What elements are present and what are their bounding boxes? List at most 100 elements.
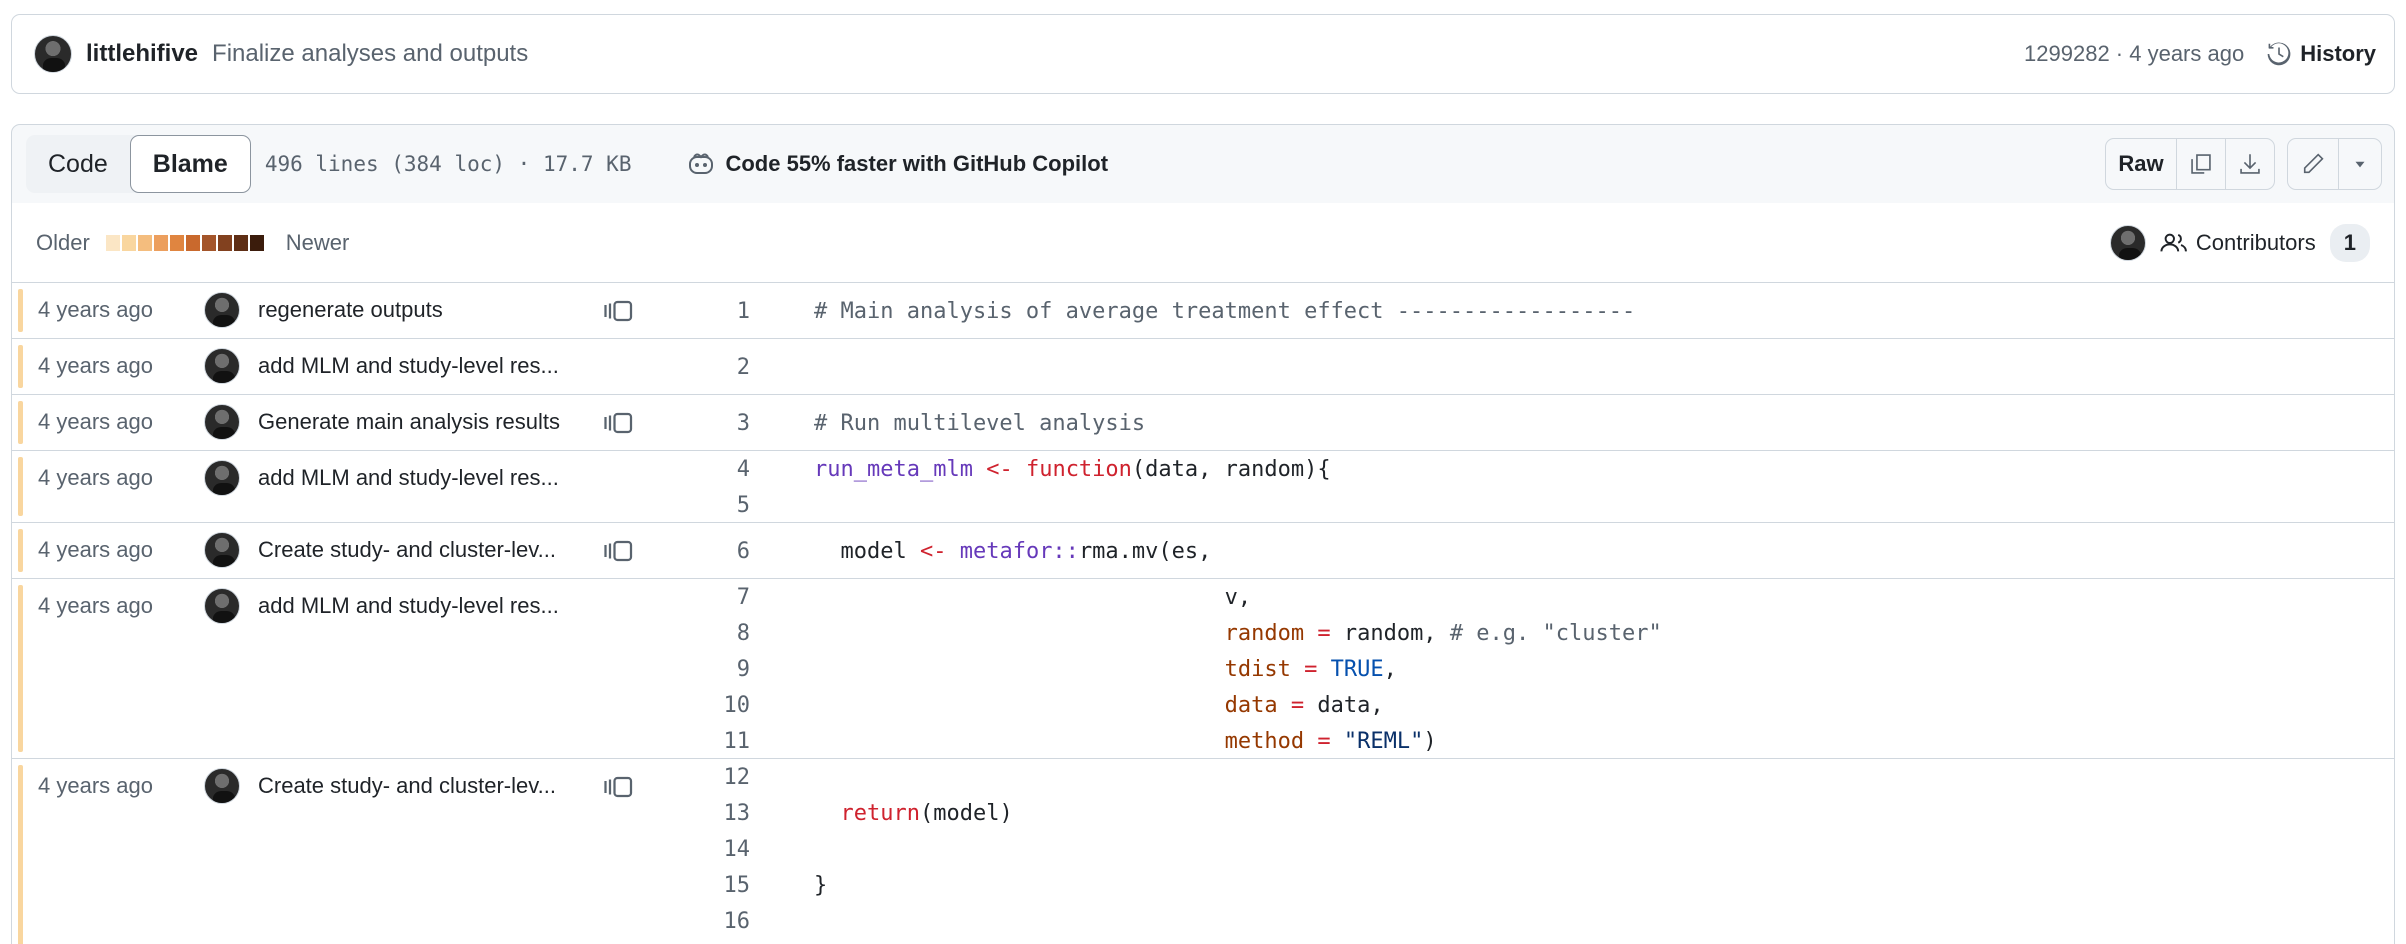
hunk-commit-info: 4 years ago Generate main analysis result… [12,395,672,449]
line-number[interactable]: 14 [672,837,751,862]
file-header: Code Blame 496 lines (384 loc) · 17.7 KB… [11,124,2395,204]
line-number[interactable]: 9 [672,657,750,682]
hunk-author-avatar[interactable] [204,768,240,804]
contributor-avatar [2109,224,2146,261]
tab-code[interactable]: Code [26,135,130,193]
reblame-icon[interactable] [604,539,634,568]
edit-group [2287,138,2382,190]
copilot-icon [689,153,714,174]
hunk-commit-message-link[interactable]: add MLM and study-level res... [258,593,559,619]
hunk-commit-message-link[interactable]: Generate main analysis results [258,409,560,435]
hunk-author-avatar[interactable] [204,588,240,624]
hunk-author-avatar[interactable] [204,292,240,328]
hunk-date: 4 years ago [38,297,153,322]
hunk-commit-message-link[interactable]: Create study- and cluster-lev... [258,537,556,563]
hunk-commit-message-link[interactable]: add MLM and study-level res... [258,465,559,491]
line-number[interactable]: 6 [672,539,750,564]
line-number[interactable]: 12 [672,765,751,790]
file-info: 496 lines (384 loc) · 17.7 KB [264,152,632,176]
pencil-icon [2303,153,2324,174]
hunk-commit-info: 4 years ago regenerate outputs [12,283,672,337]
hunk-commit-info: 4 years ago add MLM and study-level res..… [12,451,672,505]
blame-hunk: 4 years ago add MLM and study-level res..… [12,451,2394,523]
age-swatch [201,234,216,251]
code-line: 13 return(model) [672,795,2392,831]
age-swatch [185,234,200,251]
line-number[interactable]: 3 [672,411,750,436]
hunk-author-avatar[interactable] [204,348,240,384]
commit-message-link[interactable]: Finalize analyses and outputs [212,40,528,68]
latest-commit-bar: littlehifive Finalize analyses and outpu… [11,14,2395,94]
blame-age-legend: Older Newer Contributors 1 [11,203,2395,283]
blame-table: 4 years ago regenerate outputs 1 # Main ana… [11,283,2395,944]
raw-button[interactable]: Raw [2105,138,2177,190]
copy-raw-button[interactable] [2176,138,2226,190]
line-number[interactable]: 7 [672,585,750,610]
code-text: # Main analysis of average treatment eff… [814,298,1636,324]
edit-options-dropdown[interactable] [2338,138,2382,190]
history-button[interactable]: History [2266,41,2376,67]
triangle-down-icon [2355,161,2365,168]
hunk-author-avatar[interactable] [204,460,240,496]
blame-hunk: 4 years ago Generate main analysis result… [12,395,2394,451]
line-number[interactable]: 13 [672,801,751,826]
reblame-icon[interactable] [604,775,634,804]
hunk-commit-message-link[interactable]: add MLM and study-level res... [258,353,559,379]
hunk-commit-message-link[interactable]: regenerate outputs [258,297,443,323]
line-number[interactable]: 8 [672,621,750,646]
hunk-author-avatar[interactable] [204,532,240,568]
hunk-date: 4 years ago [38,465,153,490]
edit-button[interactable] [2287,138,2339,190]
hunk-commit-message-link[interactable]: Create study- and cluster-lev... [258,773,556,799]
contributors-button[interactable]: Contributors 1 [2109,223,2370,262]
legend-older-label: Older [36,229,90,255]
author-avatar[interactable] [34,35,72,73]
history-label: History [2300,41,2376,66]
history-icon [2267,42,2291,66]
age-swatches [105,234,266,251]
reblame-icon[interactable] [604,411,634,440]
blame-hunk: 4 years ago add MLM and study-level res..… [12,339,2394,395]
copy-icon [2191,154,2211,174]
hunk-date: 4 years ago [38,353,153,378]
line-number[interactable]: 5 [672,493,750,518]
age-swatch [233,234,248,251]
people-icon [2160,233,2187,252]
line-number[interactable]: 15 [672,873,751,898]
code-text: random = random, # e.g. "cluster" [1224,620,1662,646]
hunk-commit-info: 4 years ago Create study- and cluster-lev… [12,759,672,813]
code-text: method = "REML") [1224,728,1437,754]
hunk-date: 4 years ago [38,773,153,798]
age-swatch [137,234,152,251]
commit-sha-age[interactable]: 1299282 · 4 years ago [2024,41,2244,67]
hunk-commit-info: 4 years ago Create study- and cluster-lev… [12,523,672,577]
blame-hunk: 4 years ago regenerate outputs 1 # Main ana… [12,283,2394,339]
code-text: data = data, [1224,692,1384,718]
code-line: 4 run_meta_mlm <- function(data, random){ [672,451,2392,487]
line-number[interactable]: 1 [672,299,750,324]
copilot-promo-link[interactable]: Code 55% faster with GitHub Copilot [687,151,1108,177]
line-number[interactable]: 2 [672,355,750,380]
code-text: } [814,872,828,898]
line-number[interactable]: 10 [672,693,751,718]
download-button[interactable] [2225,138,2275,190]
line-number[interactable]: 11 [672,729,751,754]
commit-author-link[interactable]: littlehifive [86,40,198,68]
line-number[interactable]: 4 [672,457,750,482]
code-line: 11 method = "REML") [672,723,2392,759]
tab-blame[interactable]: Blame [129,135,251,193]
age-swatch [169,234,184,251]
hunk-author-avatar[interactable] [204,404,240,440]
hunk-commit-info: 4 years ago add MLM and study-level res..… [12,579,672,633]
hunk-date: 4 years ago [38,409,153,434]
code-text: # Run multilevel analysis [814,410,1146,436]
code-line: 16 [672,903,2392,939]
age-swatch [121,234,136,251]
code-line: 7 v, [672,579,2392,615]
hunk-date: 4 years ago [38,593,153,618]
line-number[interactable]: 16 [672,909,751,934]
blame-hunk: 4 years ago add MLM and study-level res..… [12,579,2394,759]
age-swatch [249,234,264,251]
reblame-icon[interactable] [604,299,634,328]
code-text: v, [814,584,1252,610]
